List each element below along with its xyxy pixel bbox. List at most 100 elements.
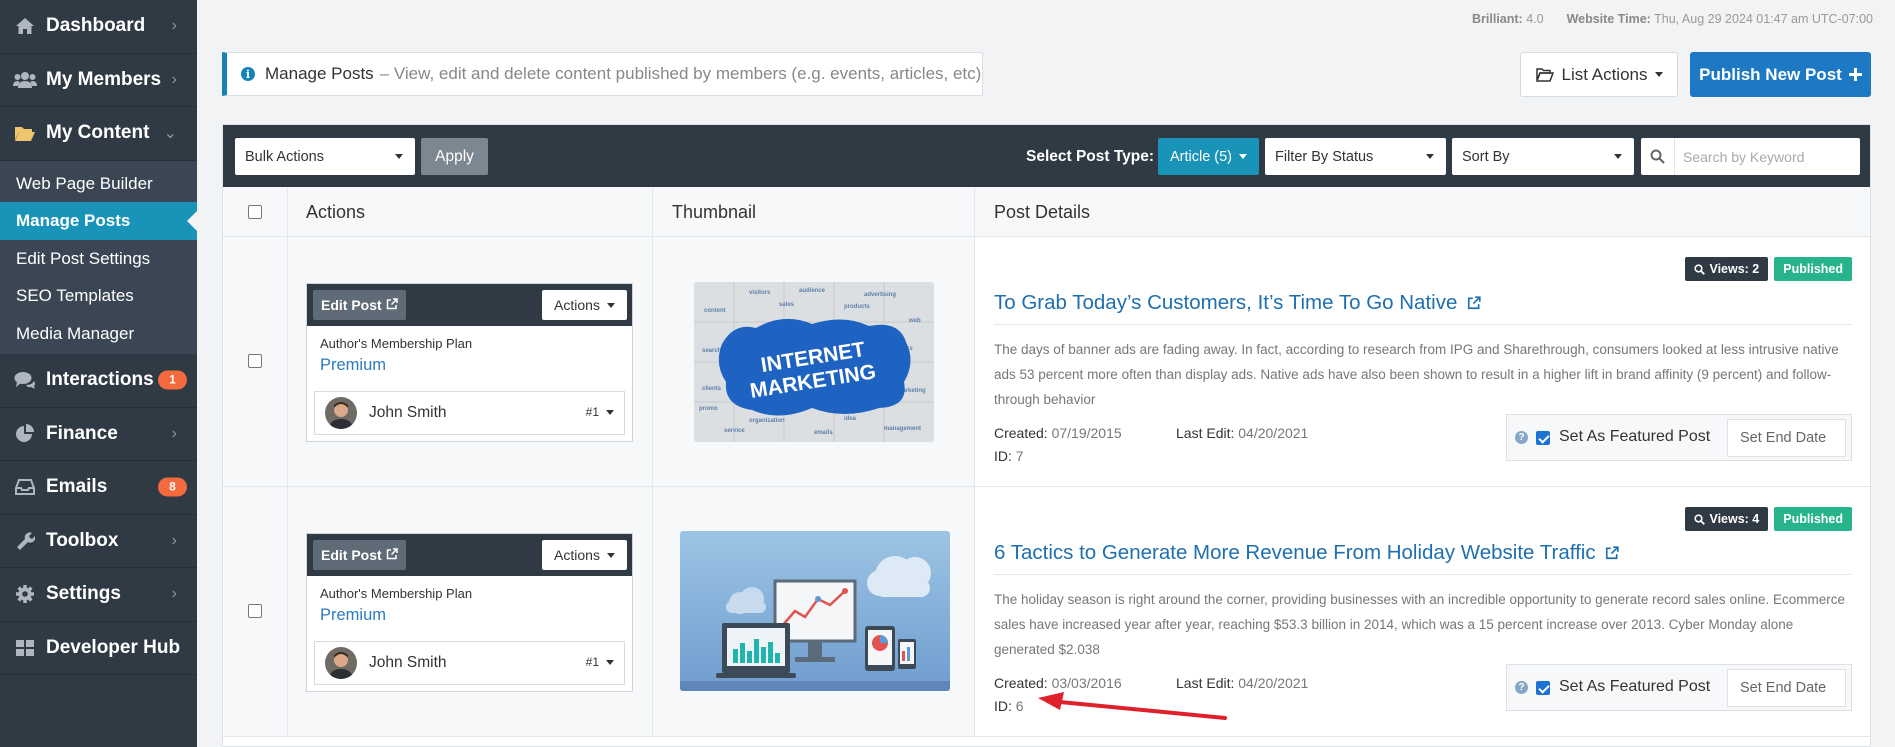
sidebar: Dashboard › My Members › My Content ⌄ We… — [0, 0, 197, 747]
row-checkbox[interactable] — [248, 354, 262, 368]
select-all-checkbox[interactable] — [248, 205, 262, 219]
folder-open-icon — [12, 124, 38, 142]
nav-dashboard[interactable]: Dashboard › — [0, 0, 197, 54]
search-input[interactable] — [1675, 148, 1855, 165]
nav-toolbox[interactable]: Toolbox › — [0, 515, 197, 568]
subnav-edit-post-settings[interactable]: Edit Post Settings — [0, 240, 197, 278]
subnav-web-page-builder[interactable]: Web Page Builder — [0, 165, 197, 203]
views-count: Views: 4 — [1709, 512, 1760, 526]
author-rank-value: #1 — [585, 405, 599, 419]
table-header: Actions Thumbnail Post Details — [223, 187, 1870, 237]
end-date-input[interactable]: Set End Date — [1727, 419, 1846, 457]
author-select[interactable]: John Smith #1 — [314, 641, 625, 685]
actions-dropdown-button[interactable]: Actions — [542, 540, 627, 570]
thumbnail-cell: visitors audience advertising content produ… — [653, 237, 975, 486]
svg-text:clients: clients — [702, 386, 722, 392]
chevron-right-icon: › — [171, 424, 177, 442]
bulk-actions-label: Bulk Actions — [245, 148, 324, 165]
post-card: Edit Post Actions Author's Membership Pl… — [306, 533, 633, 692]
folder-open-icon — [1535, 67, 1554, 82]
column-header-actions: Actions — [306, 202, 366, 222]
actions-cell: Edit Post Actions Author's Membership Pl… — [288, 237, 653, 486]
created-date: Created: 07/19/2015 — [994, 425, 1122, 441]
status-badge: Published — [1774, 257, 1852, 281]
featured-post-box: ? Set As Featured Post Set End Date — [1506, 414, 1852, 461]
membership-plan-link[interactable]: Premium — [320, 606, 386, 625]
post-excerpt: The days of banner ads are fading away. … — [994, 342, 1839, 407]
caret-down-icon — [1239, 154, 1248, 159]
post-thumbnail[interactable] — [680, 531, 950, 691]
bulk-actions-select[interactable]: Bulk Actions — [235, 138, 415, 175]
caret-down-icon — [1654, 72, 1663, 77]
caret-down-icon — [606, 659, 614, 665]
chevron-right-icon: › — [171, 70, 177, 88]
svg-text:organization: organization — [749, 418, 785, 424]
author-rank-value: #1 — [585, 655, 599, 669]
row-checkbox[interactable] — [248, 604, 262, 618]
subnav-manage-posts[interactable]: Manage Posts — [0, 202, 197, 240]
publish-new-post-button[interactable]: Publish New Post — [1690, 52, 1871, 97]
post-badges: Views: 2 Published — [1685, 257, 1852, 281]
caret-down-icon — [606, 302, 615, 308]
home-icon — [12, 17, 38, 35]
post-id: ID: 7 — [994, 448, 1024, 464]
featured-label: Set As Featured Post — [1559, 678, 1711, 695]
apply-button[interactable]: Apply — [421, 138, 488, 175]
post-type-value: Article (5) — [1169, 148, 1233, 165]
sort-by-select[interactable]: Sort By — [1452, 138, 1634, 175]
membership-plan-label: Author's Membership Plan — [320, 336, 473, 351]
featured-checkbox[interactable] — [1536, 431, 1550, 445]
edit-post-label: Edit Post — [321, 297, 382, 313]
nav-emails[interactable]: Emails 8 — [0, 461, 197, 515]
help-icon[interactable]: ? — [1515, 681, 1528, 694]
nav-my-content[interactable]: My Content ⌄ — [0, 107, 197, 161]
chevron-right-icon: › — [171, 531, 177, 549]
post-title: 6 Tactics to Generate More Revenue From … — [994, 541, 1596, 564]
actions-dropdown-button[interactable]: Actions — [542, 290, 627, 320]
status-badge: Published — [1774, 507, 1852, 531]
subnav-media-manager[interactable]: Media Manager — [0, 315, 197, 353]
external-link-icon — [386, 297, 398, 313]
post-title-link[interactable]: To Grab Today’s Customers, It’s Time To … — [994, 291, 1481, 316]
nav-developer-hub[interactable]: Developer Hub — [0, 622, 197, 675]
svg-text:advertising: advertising — [864, 292, 896, 298]
svg-text:management: management — [884, 426, 921, 432]
author-select[interactable]: John Smith #1 — [314, 391, 625, 435]
end-date-input[interactable]: Set End Date — [1727, 669, 1846, 707]
nav-my-members[interactable]: My Members › — [0, 54, 197, 107]
nav-label: Interactions — [46, 369, 154, 391]
post-type-select[interactable]: Article (5) — [1158, 138, 1259, 175]
svg-text:search: search — [702, 348, 722, 354]
external-link-icon — [1605, 542, 1619, 566]
svg-text:emails: emails — [814, 430, 833, 436]
edit-post-button[interactable]: Edit Post — [313, 290, 406, 320]
post-thumbnail[interactable]: visitors audience advertising content produ… — [694, 282, 934, 442]
edit-post-button[interactable]: Edit Post — [313, 540, 406, 570]
help-icon[interactable]: ? — [1515, 431, 1528, 444]
svg-text:products: products — [844, 304, 870, 310]
post-title-link[interactable]: 6 Tactics to Generate More Revenue From … — [994, 541, 1619, 566]
list-actions-button[interactable]: List Actions — [1520, 52, 1678, 97]
nav-finance[interactable]: Finance › — [0, 408, 197, 461]
gear-icon — [12, 584, 38, 604]
subnav-seo-templates[interactable]: SEO Templates — [0, 277, 197, 315]
users-icon — [12, 71, 38, 89]
membership-plan-label: Author's Membership Plan — [320, 586, 473, 601]
views-count: Views: 2 — [1709, 262, 1760, 276]
page-notice: i Manage Posts – View, edit and delete c… — [222, 52, 983, 96]
content-subnav: Web Page Builder Manage Posts Edit Post … — [0, 160, 197, 354]
version-value: 4.0 — [1526, 12, 1544, 26]
nav-label: My Content — [46, 122, 150, 144]
filter-status-select[interactable]: Filter By Status — [1265, 138, 1446, 175]
svg-text:service: service — [724, 428, 745, 434]
table-row: Edit Post Actions Author's Membership Pl… — [223, 237, 1870, 487]
nav-settings[interactable]: Settings › — [0, 568, 197, 622]
last-edit-date: Last Edit: 04/20/2021 — [1176, 675, 1309, 691]
nav-label: Toolbox — [46, 529, 119, 551]
membership-plan-link[interactable]: Premium — [320, 356, 386, 375]
nav-interactions[interactable]: Interactions 1 — [0, 354, 197, 408]
author-name: John Smith — [369, 654, 447, 671]
featured-checkbox[interactable] — [1536, 681, 1550, 695]
edit-post-label: Edit Post — [321, 547, 382, 563]
page-description: – View, edit and delete content publishe… — [379, 64, 982, 83]
